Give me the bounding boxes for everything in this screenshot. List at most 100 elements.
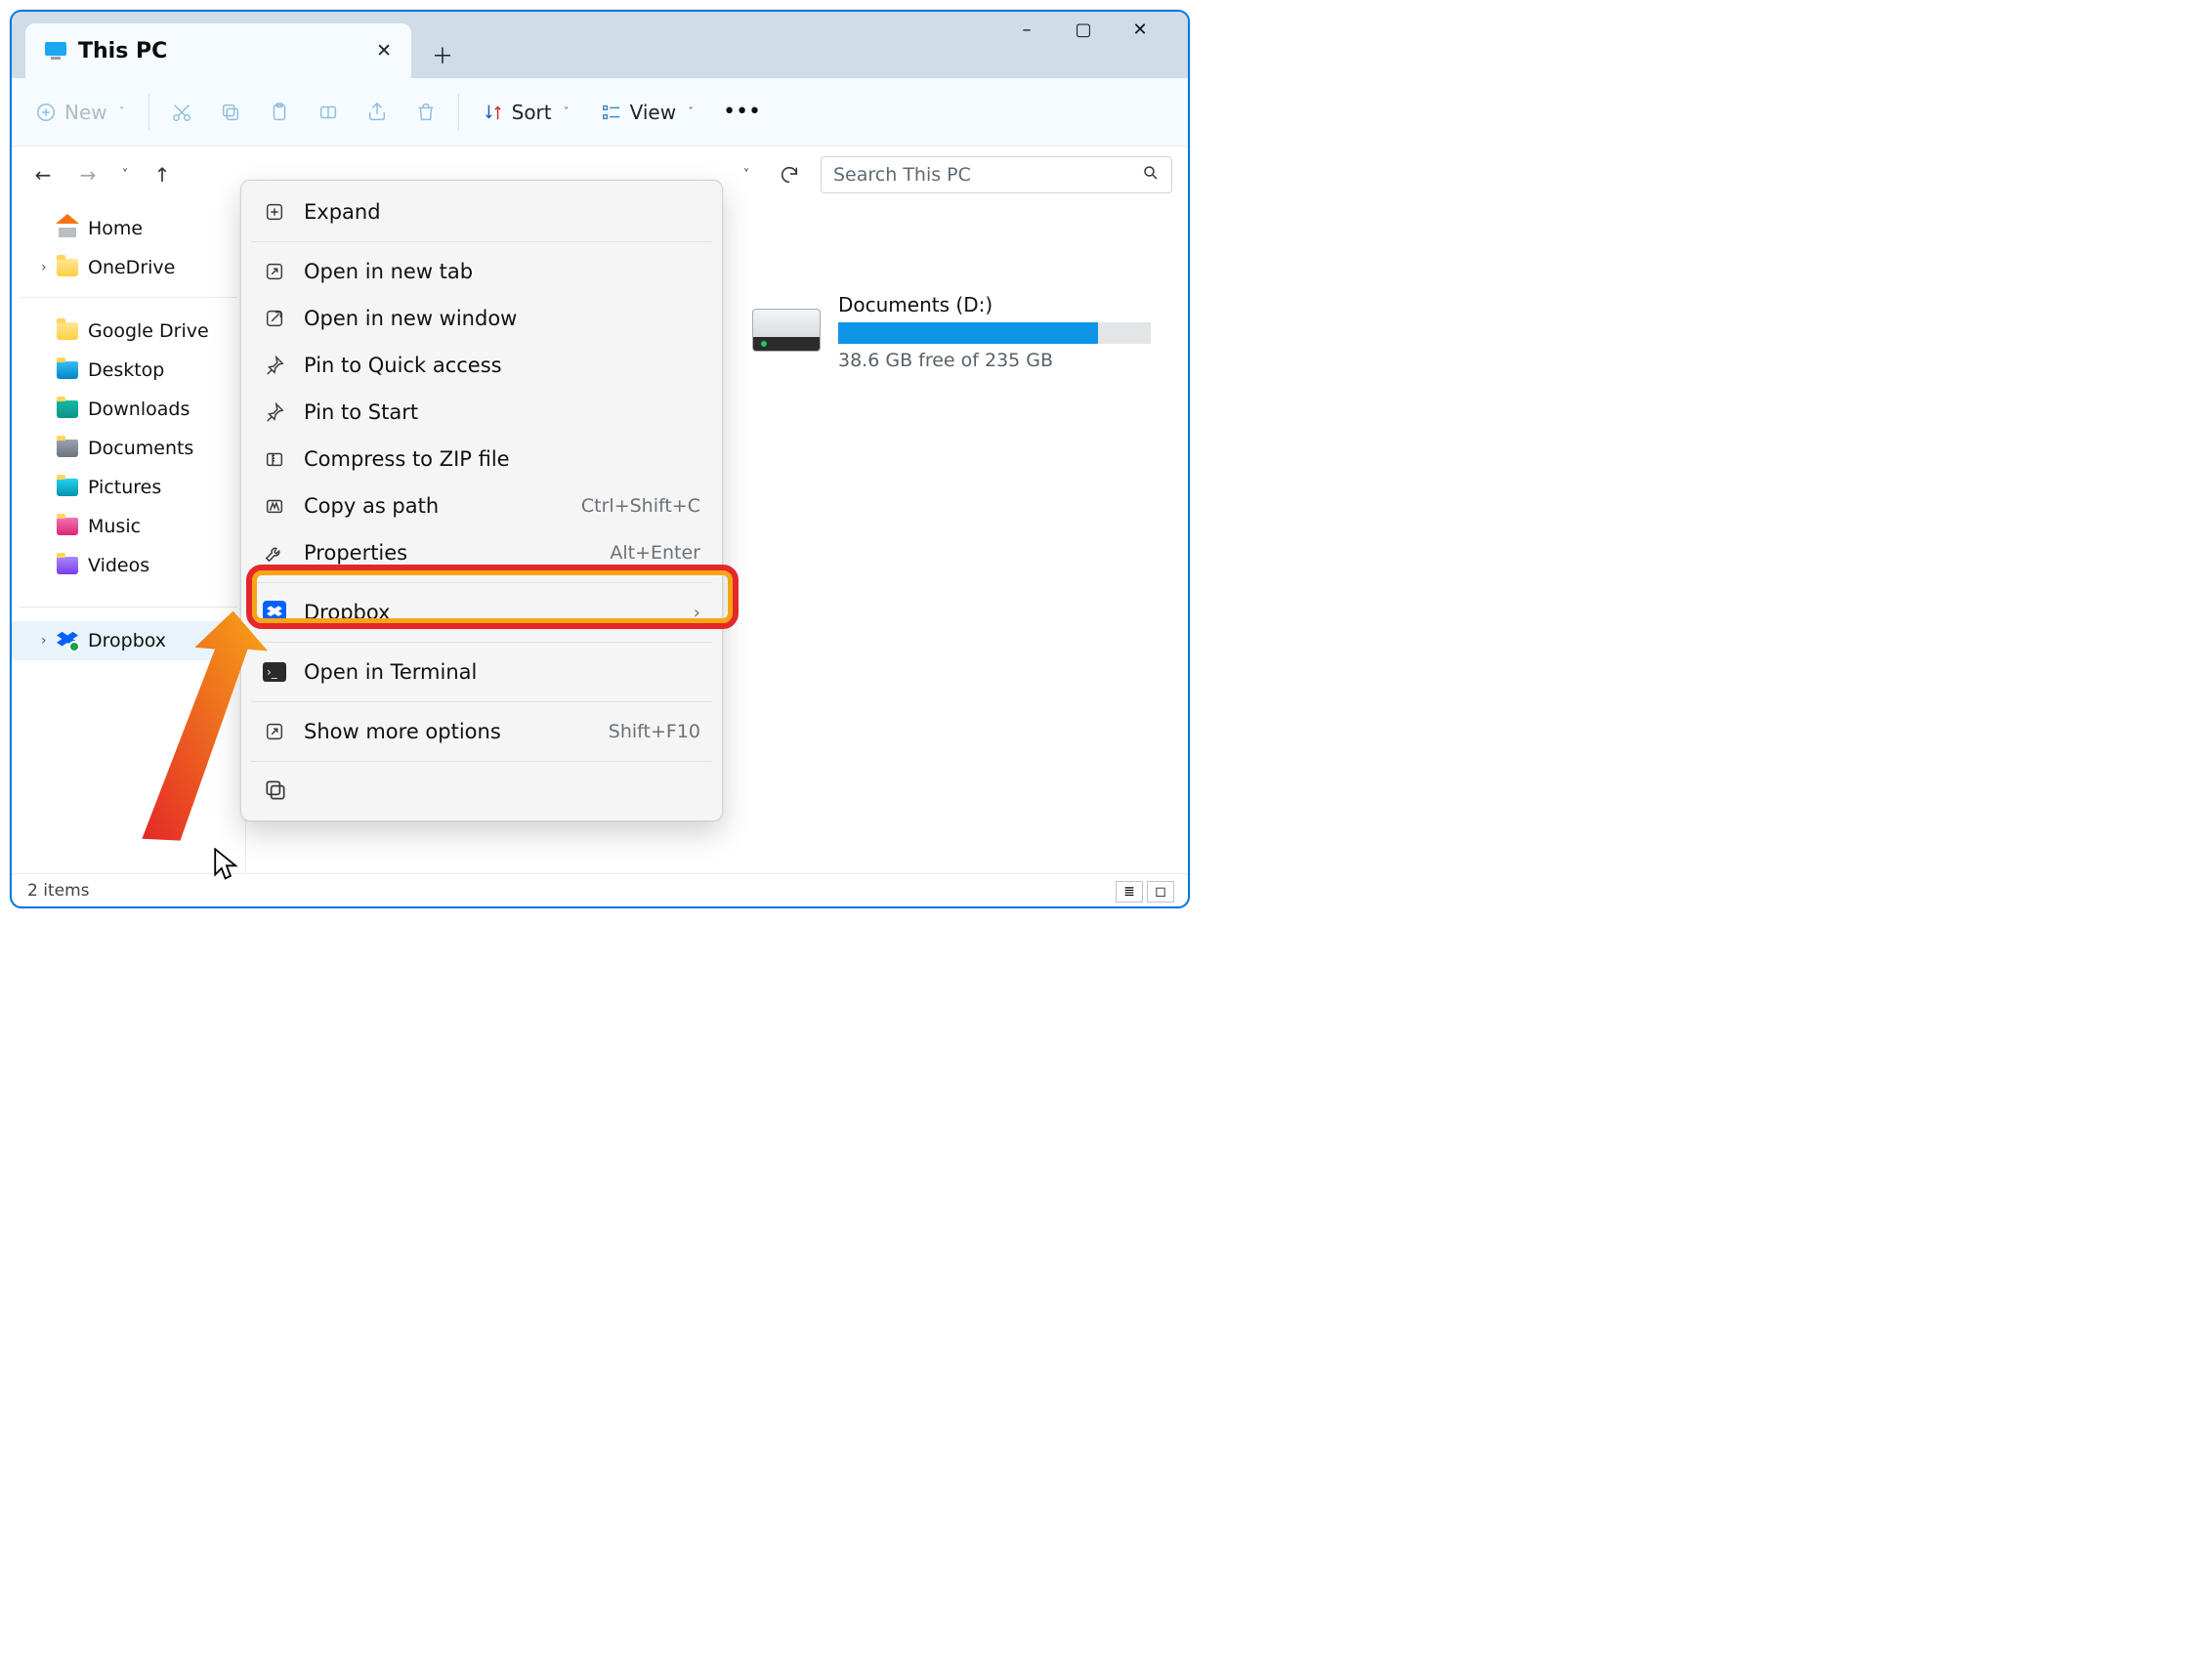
- zip-icon: [263, 447, 286, 471]
- context-item-dropbox[interactable]: Dropbox ›: [241, 589, 722, 636]
- drive-free-text: 38.6 GB free of 235 GB: [838, 350, 1172, 371]
- refresh-button[interactable]: [772, 157, 807, 192]
- share-button[interactable]: [355, 94, 400, 131]
- drive-name: Documents (D:): [838, 293, 1172, 316]
- folder-icon: [57, 518, 78, 535]
- item-count: 2 items: [27, 881, 89, 901]
- sidebar-item-onedrive[interactable]: › OneDrive: [12, 248, 245, 287]
- sidebar-item-google-drive[interactable]: Google Drive: [12, 312, 245, 351]
- folder-icon: [57, 557, 78, 574]
- context-item-open-new-tab[interactable]: Open in new tab: [241, 248, 722, 295]
- folder-icon: [57, 400, 78, 418]
- drive-icon: [752, 309, 821, 352]
- sidebar-item-videos[interactable]: Videos: [12, 546, 245, 585]
- context-item-pin-start[interactable]: Pin to Start: [241, 389, 722, 436]
- command-bar: New ˇ Sort ˇ View ˇ •••: [12, 78, 1188, 147]
- sidebar-item-pictures[interactable]: Pictures: [12, 468, 245, 507]
- context-item-show-more-options[interactable]: Show more options Shift+F10: [241, 708, 722, 755]
- context-icon-row: [241, 768, 722, 813]
- sidebar-item-label: Dropbox: [88, 630, 166, 651]
- new-tab-button[interactable]: ＋: [419, 31, 466, 78]
- sidebar-item-label: Videos: [88, 555, 149, 576]
- context-item-open-terminal[interactable]: ›_ Open in Terminal: [241, 649, 722, 695]
- sidebar-item-dropbox[interactable]: › Dropbox: [12, 621, 245, 660]
- sidebar-item-desktop[interactable]: Desktop: [12, 351, 245, 390]
- folder-icon: [57, 440, 78, 457]
- up-button[interactable]: ↑: [147, 159, 178, 190]
- refresh-icon: [779, 164, 800, 186]
- sidebar-item-home[interactable]: Home: [12, 209, 245, 248]
- trash-icon: [415, 102, 437, 123]
- search-input[interactable]: Search This PC: [821, 156, 1172, 193]
- tiles-view-button[interactable]: ◻: [1147, 881, 1174, 903]
- pin-icon: [263, 354, 286, 377]
- sidebar-item-label: Google Drive: [88, 320, 209, 342]
- folder-icon: [57, 322, 78, 340]
- sidebar-item-label: Documents: [88, 438, 193, 459]
- sidebar-item-label: Pictures: [88, 477, 161, 498]
- context-item-properties[interactable]: Properties Alt+Enter: [241, 529, 722, 576]
- sidebar-item-documents[interactable]: Documents: [12, 429, 245, 468]
- wrench-icon: [263, 541, 286, 565]
- maximize-button[interactable]: ▢: [1069, 20, 1098, 40]
- sort-icon: [483, 102, 504, 123]
- context-item-expand[interactable]: Expand: [241, 189, 722, 235]
- new-tab-icon: [263, 260, 286, 283]
- view-button[interactable]: View ˇ: [587, 93, 707, 132]
- sidebar-item-music[interactable]: Music: [12, 507, 245, 546]
- sync-badge-icon: [68, 641, 80, 652]
- folder-icon: [57, 479, 78, 496]
- pin-icon: [263, 400, 286, 424]
- sidebar-item-label: OneDrive: [88, 257, 175, 278]
- context-item-pin-quick-access[interactable]: Pin to Quick access: [241, 342, 722, 389]
- tab-close-icon[interactable]: ✕: [376, 40, 392, 62]
- view-toggle-group: ≣ ◻: [1116, 881, 1174, 903]
- tab-title: This PC: [78, 39, 167, 63]
- context-item-copy-as-path[interactable]: Copy as path Ctrl+Shift+C: [241, 483, 722, 529]
- new-window-icon: [263, 307, 286, 330]
- home-icon: [57, 220, 78, 237]
- copy-icon[interactable]: [263, 777, 288, 803]
- chevron-down-icon: ˇ: [688, 105, 694, 119]
- context-item-open-new-window[interactable]: Open in new window: [241, 295, 722, 342]
- rename-button[interactable]: [306, 94, 351, 131]
- expand-chevron-icon[interactable]: ›: [41, 633, 47, 649]
- copy-button[interactable]: [208, 94, 253, 131]
- new-button[interactable]: New ˇ: [21, 93, 139, 132]
- chevron-right-icon: ›: [694, 603, 700, 623]
- sidebar-item-label: Music: [88, 516, 141, 537]
- cut-button[interactable]: [159, 94, 204, 131]
- path-dropdown-icon[interactable]: ˅: [739, 159, 754, 190]
- sidebar-item-downloads[interactable]: Downloads: [12, 390, 245, 429]
- expand-chevron-icon[interactable]: ›: [41, 260, 47, 275]
- folder-icon: [57, 259, 78, 276]
- sidebar-item-label: Home: [88, 218, 143, 239]
- sidebar-item-label: Desktop: [88, 359, 164, 381]
- terminal-icon: ›_: [263, 662, 286, 682]
- copy-icon: [220, 102, 241, 123]
- forward-button[interactable]: →: [72, 159, 104, 190]
- sort-button[interactable]: Sort ˇ: [469, 93, 583, 132]
- more-button[interactable]: •••: [711, 92, 773, 132]
- view-icon: [601, 102, 622, 123]
- back-button[interactable]: ←: [27, 159, 59, 190]
- minimize-button[interactable]: –: [1012, 20, 1041, 40]
- chevron-down-icon: ˇ: [564, 105, 570, 119]
- drive-card[interactable]: Documents (D:) 38.6 GB free of 235 GB: [752, 293, 1172, 371]
- title-bar: This PC ✕ ＋ – ▢ ✕: [12, 12, 1188, 78]
- recent-locations-button[interactable]: ˅: [117, 159, 133, 190]
- clipboard-icon: [269, 102, 290, 123]
- active-tab[interactable]: This PC ✕: [25, 23, 411, 78]
- sidebar-item-label: Downloads: [88, 399, 190, 420]
- this-pc-icon: [43, 41, 68, 61]
- context-item-compress-zip[interactable]: Compress to ZIP file: [241, 436, 722, 483]
- rename-icon: [317, 102, 339, 123]
- scissors-icon: [171, 102, 192, 123]
- chevron-down-icon: ˇ: [119, 105, 125, 119]
- search-icon: [1142, 164, 1160, 187]
- navigation-sidebar: Home › OneDrive Google Drive Desktop Dow…: [12, 203, 246, 873]
- details-view-button[interactable]: ≣: [1116, 881, 1143, 903]
- delete-button[interactable]: [403, 94, 448, 131]
- close-window-button[interactable]: ✕: [1125, 20, 1155, 40]
- paste-button[interactable]: [257, 94, 302, 131]
